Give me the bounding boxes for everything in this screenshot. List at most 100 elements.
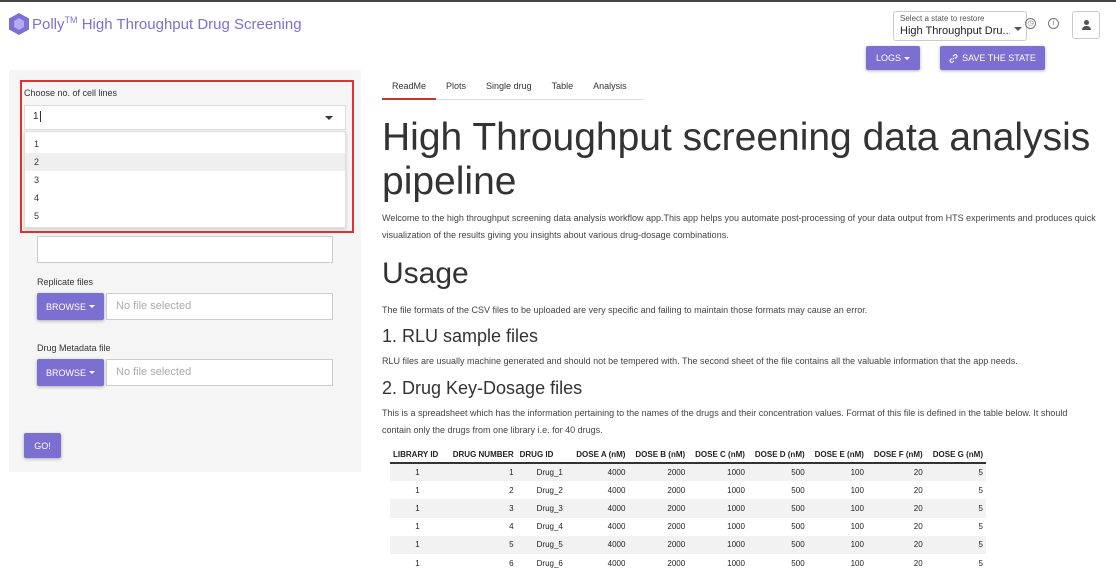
table-cell: 1000 (688, 499, 748, 518)
drug-metadata-label: Drug Metadata file (37, 343, 111, 353)
table-cell: 20 (866, 463, 926, 482)
column-header[interactable]: DRUG NUMBER (444, 447, 517, 464)
table-cell: 1 (415, 558, 420, 568)
go-button[interactable]: GO! (24, 433, 61, 458)
logs-button-label: LOGS (875, 53, 901, 63)
table-row: 1 2 Drug_2 4000 2000 1000 500 100 20 5 (390, 481, 986, 499)
tab-table[interactable]: Table (542, 76, 584, 100)
tab-plots[interactable]: Plots (436, 76, 476, 100)
intro-text: Welcome to the high throughput screening… (382, 213, 1096, 240)
table-cell: 1 (444, 463, 517, 482)
logs-button[interactable]: LOGS (866, 46, 920, 70)
polly-logo-icon (8, 12, 30, 36)
table-cell: 5 (925, 535, 986, 554)
column-header[interactable]: DOSE D (nM) (747, 447, 808, 464)
save-state-label: SAVE THE STATE (962, 53, 1036, 63)
metadata-file-name: No file selected (106, 359, 333, 386)
app-subtitle: High Throughput Drug Screening (81, 16, 302, 33)
table-cell: 5 (444, 535, 517, 554)
replicate-browse-button[interactable]: BROWSE (37, 293, 104, 320)
table-cell: 500 (791, 485, 805, 495)
top-bar: PollyTM High Throughput Drug Screening S… (0, 0, 1116, 46)
highlight-box (20, 80, 354, 233)
table-cell: 20 (866, 535, 926, 554)
table-cell: 2000 (667, 485, 686, 495)
go-button-label: GO! (34, 440, 51, 451)
table-cell: Drug_6 (536, 558, 563, 568)
table-cell: Drug_5 (516, 535, 570, 554)
table-cell: 6 (509, 558, 514, 568)
table-cell: 1 (415, 522, 420, 532)
table-cell: 500 (747, 535, 808, 554)
brand[interactable]: PollyTM High Throughput Drug Screening (8, 12, 302, 36)
column-header[interactable]: DOSE G (nM) (925, 447, 986, 464)
table-cell: 4000 (607, 522, 626, 532)
table-cell: 1000 (727, 558, 745, 568)
replicate-file-input: BROWSE No file selected (37, 293, 333, 320)
table-cell: Drug_4 (536, 522, 563, 532)
table-row: 1 4 Drug_4 4000 2000 1000 500 100 20 5 (390, 518, 986, 536)
readme-title: High Throughput screening data analysis … (382, 116, 1091, 203)
text-input[interactable] (37, 236, 333, 263)
table-cell: 5 (978, 485, 983, 495)
user-icon (1084, 20, 1089, 25)
tab-single-drug[interactable]: Single drug (476, 76, 542, 100)
column-header[interactable]: LIBRARY ID (390, 447, 445, 464)
table-cell: 1000 (727, 485, 745, 495)
table-row: 1 3 Drug_3 4000 2000 1000 500 100 20 5 (390, 499, 986, 518)
column-header[interactable]: DOSE B (nM) (628, 447, 689, 464)
table-row: 1 6 Drug_6 4000 2000 1000 500 100 20 5 (390, 554, 986, 572)
replicate-files-label: Replicate files (37, 277, 94, 287)
table-cell: 4000 (569, 535, 629, 554)
column-header[interactable]: DOSE A (nM) (569, 447, 629, 464)
column-header[interactable]: DOSE C (nM) (688, 447, 748, 464)
table-cell: 500 (747, 499, 808, 518)
table-cell: 20 (866, 499, 926, 518)
table-cell: 2000 (628, 535, 689, 554)
table-cell: 2000 (628, 499, 689, 518)
save-state-button[interactable]: SAVE THE STATE (940, 46, 1045, 70)
clock-icon[interactable]: ◷ (1025, 18, 1036, 29)
table-cell: 20 (913, 522, 923, 532)
caret-down-icon (904, 56, 910, 60)
table-cell: 2 (509, 485, 514, 495)
tab-analysis[interactable]: Analysis (583, 76, 637, 100)
usage-heading: Usage (382, 257, 469, 290)
metadata-file-input: BROWSE No file selected (37, 359, 333, 386)
table-row: 1 1 Drug_1 4000 2000 1000 500 100 20 5 (390, 463, 986, 482)
drug-text: This is a spreadsheet which has the info… (382, 408, 1068, 435)
table-cell: 1000 (688, 535, 748, 554)
table-cell: 4000 (607, 485, 626, 495)
caret-down-icon (89, 371, 95, 374)
trademark: TM (64, 15, 78, 25)
table-cell: 100 (850, 522, 864, 532)
table-cell: 1000 (688, 463, 748, 482)
metadata-browse-button[interactable]: BROWSE (37, 359, 104, 386)
table-cell: 100 (807, 499, 867, 518)
replicate-file-name: No file selected (106, 293, 333, 320)
app-name: Polly (32, 16, 65, 33)
table-cell: 5 (978, 558, 983, 568)
table-cell: Drug_2 (536, 485, 563, 495)
table-cell: 1 (390, 535, 445, 554)
table-cell: 1000 (727, 522, 745, 532)
table-cell: Drug_1 (516, 463, 570, 482)
info-icon[interactable]: i (1048, 18, 1059, 29)
table-cell: 2000 (667, 522, 686, 532)
rlu-heading: 1. RLU sample files (382, 326, 539, 346)
browse-label: BROWSE (45, 367, 86, 378)
drug-heading: 2. Drug Key-Dosage files (382, 378, 583, 398)
user-menu-button[interactable] (1072, 11, 1100, 39)
table-cell: 500 (791, 558, 805, 568)
table-cell: 20 (913, 485, 923, 495)
column-header[interactable]: DRUG ID (516, 447, 570, 464)
state-select-caption: Select a state to restore (900, 14, 985, 23)
column-header[interactable]: DOSE F (nM) (866, 447, 926, 464)
table-cell: 1 (390, 499, 445, 518)
column-header[interactable]: DOSE E (nM) (807, 447, 867, 464)
table-cell: 5 (925, 499, 986, 518)
tab-readme[interactable]: ReadMe (382, 76, 437, 100)
state-restore-select[interactable]: Select a state to restore High Throughpu… (893, 11, 1027, 41)
drug-dosage-table: LIBRARY ID DRUG NUMBER DRUG ID DOSE A (n… (390, 447, 986, 572)
table-cell: 4000 (569, 499, 629, 518)
